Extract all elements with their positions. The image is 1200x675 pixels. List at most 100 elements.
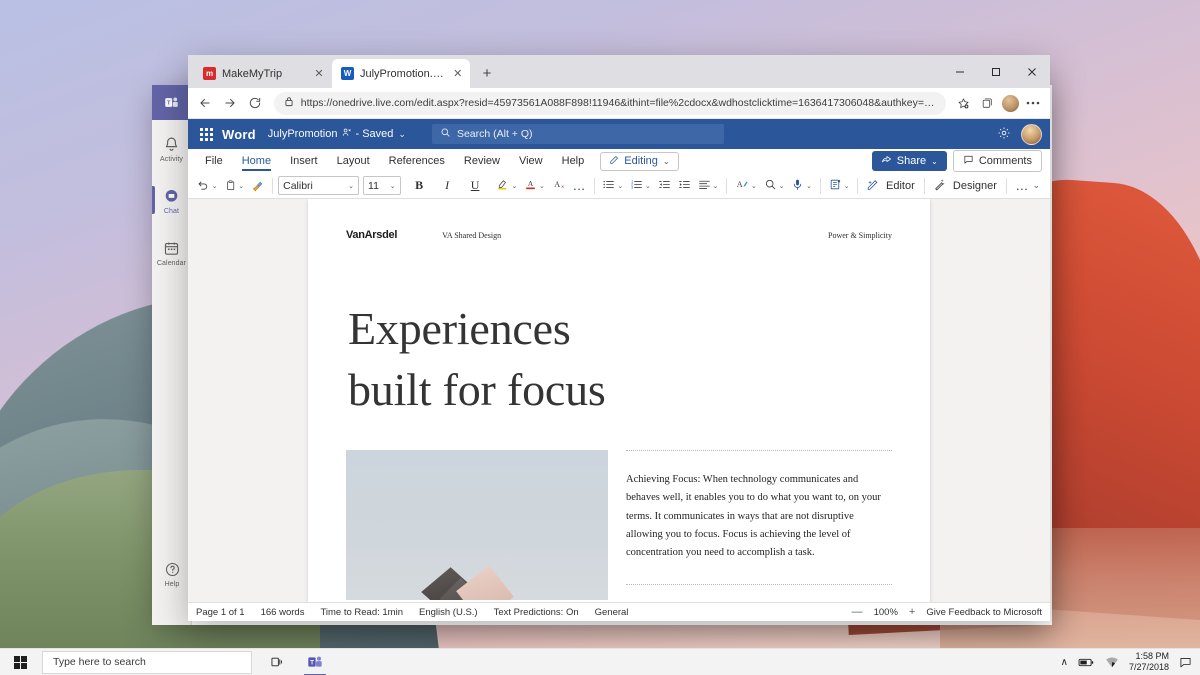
bold-button[interactable]: B <box>410 175 429 197</box>
action-center-icon[interactable] <box>1179 656 1192 669</box>
find-button[interactable]: ⌄ <box>761 175 788 197</box>
battery-icon[interactable] <box>1078 657 1095 668</box>
text-predictions-label[interactable]: Text Predictions: On <box>494 607 579 618</box>
numbered-list-button[interactable]: 1 2 3 ⌄ <box>627 175 654 197</box>
wifi-icon[interactable] <box>1105 657 1119 668</box>
close-button[interactable] <box>1014 55 1050 88</box>
align-button[interactable]: ⌄ <box>695 175 722 197</box>
reload-button[interactable] <box>244 91 267 115</box>
profile-avatar[interactable] <box>1000 91 1021 115</box>
close-icon[interactable]: ✕ <box>452 67 464 80</box>
forward-button[interactable] <box>219 91 242 115</box>
feedback-link[interactable]: Give Feedback to Microsoft <box>926 607 1042 618</box>
chevron-down-icon[interactable]: ⌄ <box>398 129 406 140</box>
text-highlight-button[interactable]: ⌄ <box>494 175 521 197</box>
zoom-level-label[interactable]: 100% <box>874 607 898 618</box>
style-label[interactable]: General <box>595 607 629 618</box>
sidebar-item-help[interactable]: Help <box>152 551 192 597</box>
collapse-ribbon-button[interactable]: ⌄ <box>1032 180 1044 191</box>
tab-insert[interactable]: Insert <box>281 152 327 170</box>
maximize-button[interactable] <box>978 55 1014 88</box>
align-icon <box>698 178 711 194</box>
undo-button[interactable]: ⌄ <box>194 175 221 197</box>
dictate-button[interactable]: ⌄ <box>788 175 815 197</box>
tab-help[interactable]: Help <box>553 152 594 170</box>
taskbar-search-input[interactable]: Type here to search <box>42 651 252 674</box>
chevron-down-icon[interactable]: ⌄ <box>713 182 719 190</box>
browser-tab-strip: m MakeMyTrip ✕ W JulyPromotion.docx ✕ + <box>188 55 1050 88</box>
font-color-button[interactable]: A ⌄ <box>521 175 548 197</box>
browser-tab-makemytrip[interactable]: m MakeMyTrip ✕ <box>194 59 332 88</box>
minimize-button[interactable] <box>942 55 978 88</box>
document-canvas[interactable]: VanArsdel VA Shared Design Power & Simpl… <box>188 199 1050 602</box>
sidebar-item-activity[interactable]: Activity <box>152 126 191 172</box>
more-ellipsis-icon[interactable] <box>1023 91 1044 115</box>
zoom-in-button[interactable]: + <box>909 606 915 618</box>
sidebar-item-chat[interactable]: Chat <box>152 178 191 224</box>
browser-tab-julypromotion[interactable]: W JulyPromotion.docx ✕ <box>332 59 470 88</box>
format-painter-button[interactable] <box>248 175 267 197</box>
chevron-down-icon[interactable]: ⌄ <box>844 182 850 190</box>
underline-button[interactable]: U <box>466 175 485 197</box>
tab-view[interactable]: View <box>510 152 552 170</box>
tab-references[interactable]: References <box>380 152 454 170</box>
font-name-select[interactable]: Calibri ⌄ <box>278 176 359 195</box>
language-label[interactable]: English (U.S.) <box>419 607 478 618</box>
chevron-down-icon[interactable]: ⌄ <box>539 182 545 190</box>
styles-button[interactable]: A ⌄ <box>732 175 760 197</box>
share-button[interactable]: Share ⌄ <box>872 151 947 171</box>
sidebar-item-calendar[interactable]: Calendar <box>152 230 191 276</box>
designer-button[interactable]: Designer <box>930 175 1001 197</box>
search-input[interactable]: Search (Alt + Q) <box>432 124 724 144</box>
font-size-select[interactable]: 11 ⌄ <box>363 176 401 195</box>
favorites-star-icon[interactable] <box>953 91 974 115</box>
sensitivity-button[interactable]: ⌄ <box>826 175 853 197</box>
window-controls <box>942 55 1050 88</box>
chevron-down-icon[interactable]: ⌄ <box>779 182 785 190</box>
chevron-down-icon[interactable]: ⌄ <box>212 182 218 190</box>
word-count-label[interactable]: 166 words <box>261 607 305 618</box>
increase-indent-button[interactable] <box>675 175 694 197</box>
bullet-list-button[interactable]: ⌄ <box>600 175 627 197</box>
clock[interactable]: 1:58 PM 7/27/2018 <box>1129 651 1169 672</box>
paste-button[interactable]: ⌄ <box>222 175 248 197</box>
chevron-down-icon[interactable]: ⌄ <box>617 182 623 190</box>
close-icon[interactable]: ✕ <box>312 67 326 80</box>
page-count-label[interactable]: Page 1 of 1 <box>196 607 245 618</box>
tab-file[interactable]: File <box>196 152 232 170</box>
chevron-down-icon[interactable]: ⌄ <box>645 182 651 190</box>
tab-home[interactable]: Home <box>233 152 280 170</box>
start-button[interactable] <box>0 649 40 675</box>
document-page[interactable]: VanArsdel VA Shared Design Power & Simpl… <box>308 199 930 602</box>
document-heading: Experiences built for focus <box>348 299 892 420</box>
editing-mode-button[interactable]: Editing ⌄ <box>600 152 678 171</box>
decrease-indent-button[interactable] <box>655 175 674 197</box>
app-launcher-icon[interactable] <box>196 124 216 144</box>
chevron-down-icon[interactable]: ⌄ <box>806 182 812 190</box>
clear-formatting-button[interactable]: A <box>549 175 569 197</box>
back-button[interactable] <box>194 91 217 115</box>
document-name-label[interactable]: JulyPromotion <box>268 128 338 140</box>
editor-button[interactable]: Editor <box>863 175 919 197</box>
new-tab-button[interactable]: + <box>474 59 500 87</box>
chevron-down-icon[interactable]: ⌄ <box>238 182 244 190</box>
document-image[interactable] <box>346 450 608 600</box>
tab-layout[interactable]: Layout <box>328 152 379 170</box>
collections-icon[interactable] <box>976 91 997 115</box>
zoom-out-button[interactable]: — <box>852 606 863 618</box>
chevron-down-icon[interactable]: ⌄ <box>751 182 757 190</box>
more-font-options-button[interactable]: … <box>570 175 589 197</box>
sidebar-item-activity-label: Activity <box>160 156 183 163</box>
task-view-button[interactable] <box>260 649 294 675</box>
more-toolbar-options-button[interactable]: … <box>1012 175 1031 197</box>
italic-button[interactable]: I <box>438 175 457 197</box>
taskbar-teams-button[interactable]: T <box>298 649 332 675</box>
chevron-down-icon[interactable]: ⌄ <box>511 182 517 190</box>
gear-icon[interactable] <box>997 126 1011 143</box>
account-avatar[interactable] <box>1021 124 1042 145</box>
url-input[interactable]: https://onedrive.live.com/edit.aspx?resi… <box>274 92 947 115</box>
tray-overflow-button[interactable]: ∧ <box>1061 657 1068 668</box>
word-brand-label[interactable]: Word <box>222 127 256 142</box>
tab-review[interactable]: Review <box>455 152 509 170</box>
comments-button[interactable]: Comments <box>953 150 1042 172</box>
